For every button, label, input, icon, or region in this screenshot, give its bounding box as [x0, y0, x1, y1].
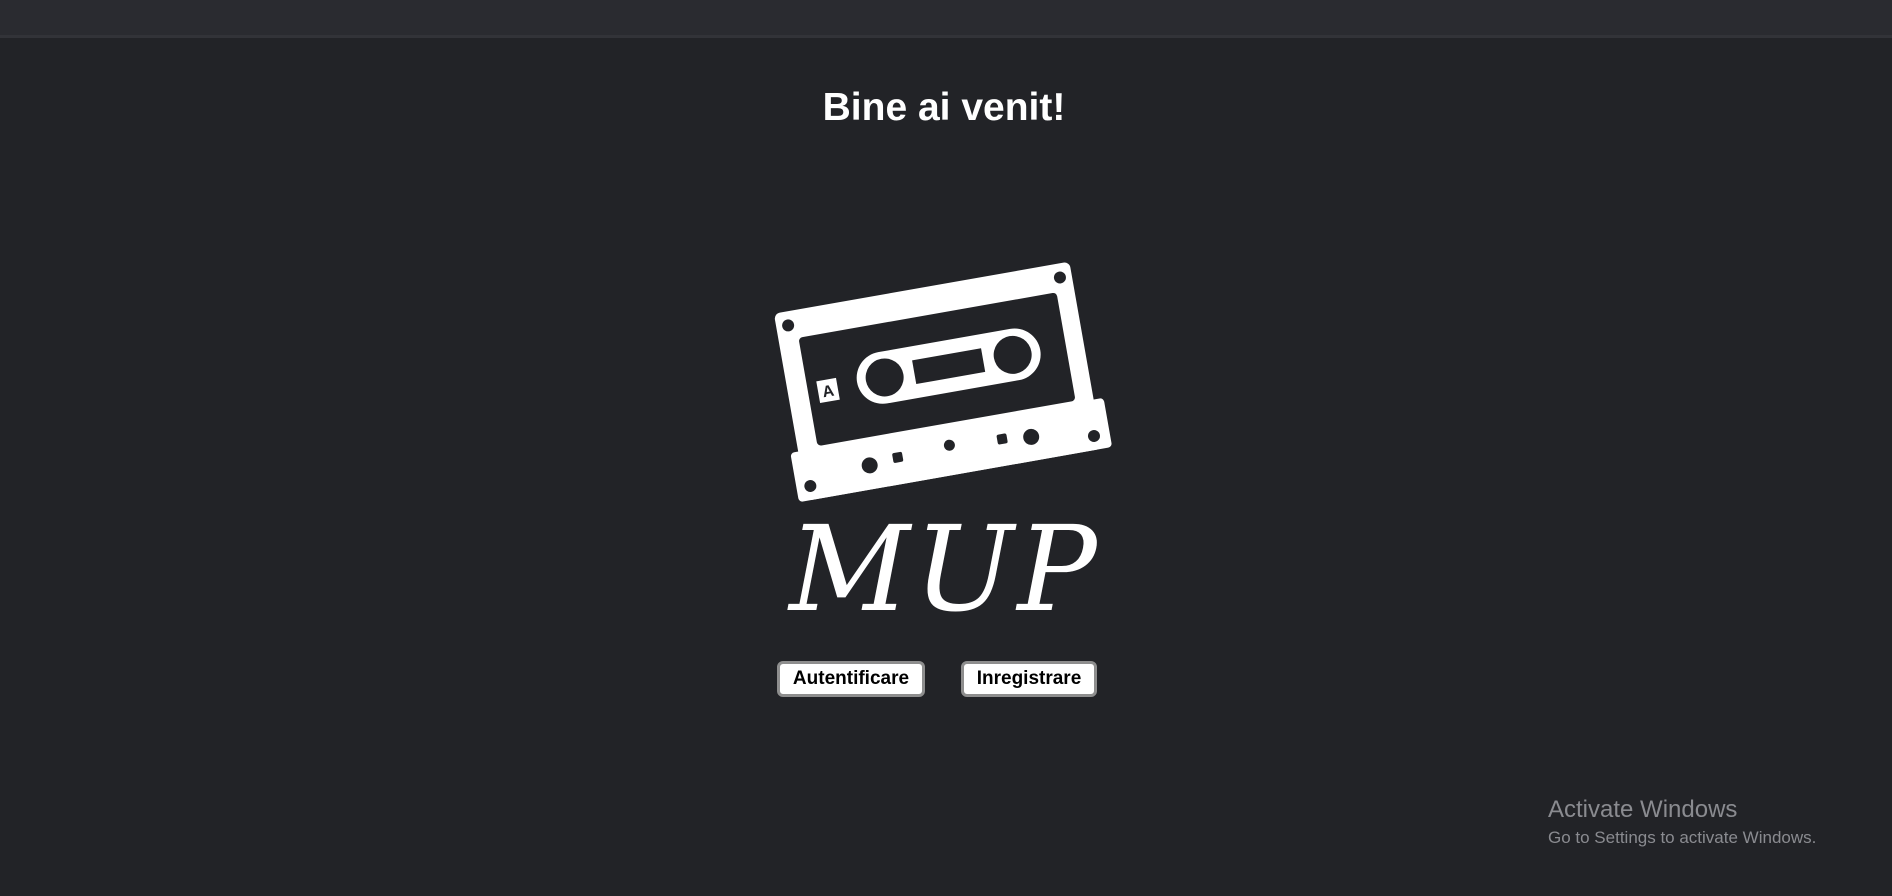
browser-top-bar — [0, 0, 1892, 38]
login-button[interactable]: Autentificare — [777, 661, 925, 697]
register-button[interactable]: Inregistrare — [961, 661, 1097, 697]
mup-logo: A MUP — [770, 255, 1120, 635]
page-title: Bine ai venit! — [822, 86, 1066, 129]
windows-activation-watermark: Activate Windows Go to Settings to activ… — [1548, 796, 1816, 850]
cassette-tape-icon: A — [774, 262, 1112, 502]
activation-subtitle: Go to Settings to activate Windows. — [1548, 828, 1817, 847]
mup-wordmark: MUP — [787, 500, 1101, 635]
activation-title: Activate Windows — [1548, 796, 1738, 823]
